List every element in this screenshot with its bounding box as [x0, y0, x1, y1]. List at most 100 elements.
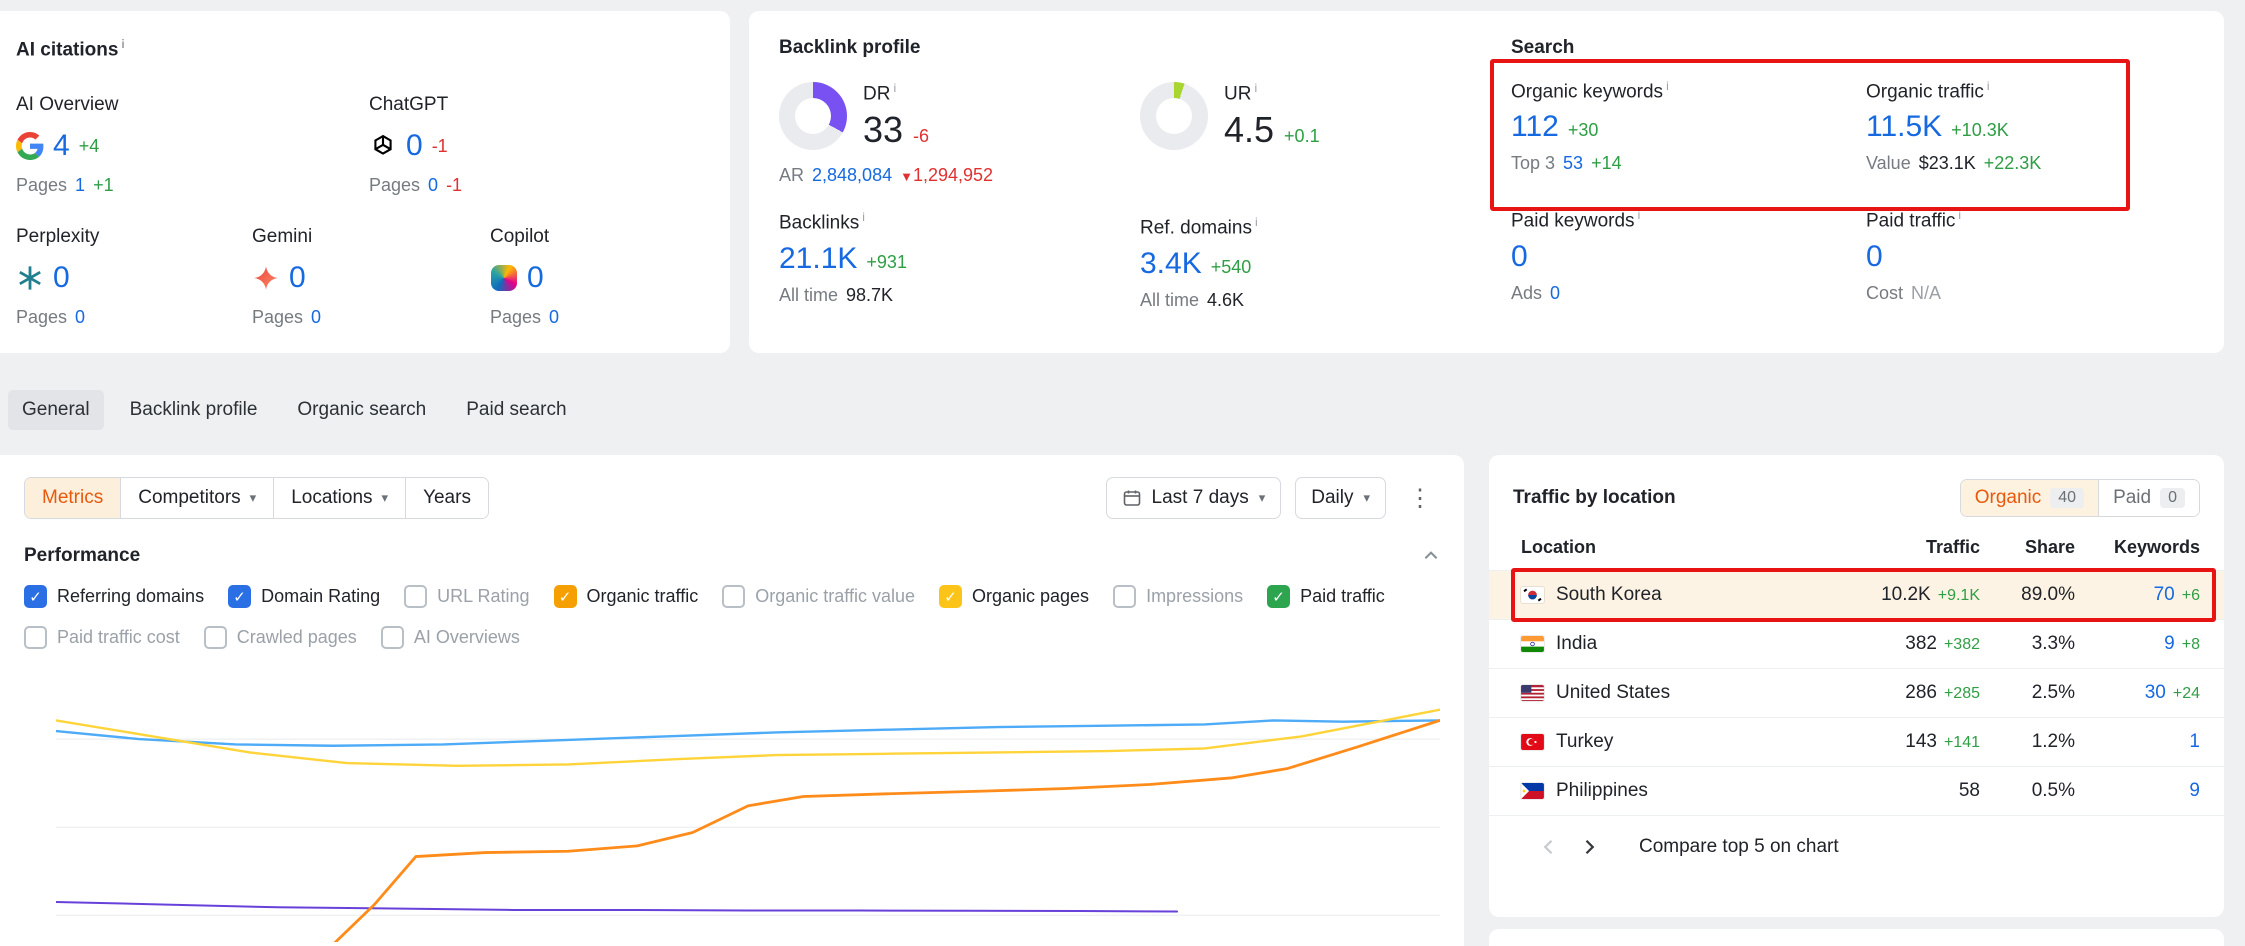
pages-count[interactable]: 0 [75, 307, 85, 328]
citation-count[interactable]: 0 [406, 129, 423, 163]
ai-citations-row-2: Perplexity 0 Pages0 Gemini 0 Pages0 Copi… [16, 226, 714, 328]
info-icon[interactable]: i [1666, 79, 1669, 93]
organic-count-badge: 40 [2050, 488, 2084, 508]
checkbox-label: Referring domains [57, 586, 204, 607]
paid-traffic-value[interactable]: 0 [1866, 240, 1883, 274]
country-name: South Korea [1556, 584, 1662, 606]
metric-checkbox-referring-domains[interactable]: ✓Referring domains [24, 585, 204, 608]
paid-keywords-value[interactable]: 0 [1511, 240, 1528, 274]
ai-citations-title: AI citationsi [16, 37, 714, 61]
dr-value: 33 [863, 109, 903, 151]
compare-top5-link[interactable]: Compare top 5 on chart [1639, 836, 1839, 858]
metric-checkbox-impressions[interactable]: Impressions [1113, 585, 1243, 608]
citation-count[interactable]: 0 [53, 261, 70, 295]
google-icon [16, 132, 44, 160]
tr-flag-icon [1521, 734, 1544, 750]
top3-value[interactable]: 53 [1563, 153, 1583, 174]
metric-checkbox-domain-rating[interactable]: ✓Domain Rating [228, 585, 380, 608]
pages-count[interactable]: 0 [549, 307, 559, 328]
metrics-button[interactable]: Metrics [25, 478, 120, 518]
performance-toolbar: Metrics Competitors▾ Locations▾ Years La… [24, 477, 1440, 519]
country-name: United States [1556, 682, 1670, 704]
pages-count[interactable]: 0 [311, 307, 321, 328]
metric-checkbox-organic-pages[interactable]: ✓Organic pages [939, 585, 1089, 608]
table-row-philippines[interactable]: Philippines580.5%9 [1489, 767, 2224, 816]
ref-domains-value[interactable]: 3.4K [1140, 247, 1202, 281]
collapse-chevron-up-icon[interactable] [1422, 547, 1440, 565]
prev-page-button[interactable] [1529, 833, 1569, 861]
metric-checkbox-paid-traffic[interactable]: ✓Paid traffic [1267, 585, 1385, 608]
competitors-button[interactable]: Competitors▾ [120, 478, 273, 518]
location-cell: South Korea [1521, 584, 1810, 606]
organic-traffic-value[interactable]: 11.5K [1866, 110, 1942, 144]
backlink-profile-section: Backlink profile DRi 33-6 AR 2,848,084 ▼… [779, 37, 1499, 353]
organic-keywords-value[interactable]: 112 [1511, 110, 1559, 144]
tab-backlink-profile[interactable]: Backlink profile [116, 390, 272, 430]
ar-value[interactable]: 2,848,084 [812, 165, 892, 186]
years-button[interactable]: Years [405, 478, 488, 518]
toggle-paid[interactable]: Paid0 [2098, 480, 2199, 516]
checkbox-label: URL Rating [437, 586, 529, 607]
pages-count[interactable]: 1 [75, 175, 85, 196]
ai-citations-row-1: AI Overview 4 +4 Pages1+1 ChatGPT 0 -1 P… [16, 94, 714, 196]
citation-count[interactable]: 0 [527, 261, 544, 295]
info-icon[interactable]: i [1958, 208, 1961, 222]
performance-chart [56, 675, 1440, 942]
pages-count[interactable]: 0 [428, 175, 438, 196]
table-row-united-states[interactable]: United States286+2852.5%30+24 [1489, 669, 2224, 718]
info-icon[interactable]: i [893, 81, 896, 95]
ai-citation-item-perplexity: Perplexity 0 Pages0 [16, 226, 252, 328]
locations-button[interactable]: Locations▾ [273, 478, 405, 518]
table-row-india[interactable]: India382+3823.3%9+8 [1489, 620, 2224, 669]
next-page-button[interactable] [1569, 833, 1609, 861]
metric-checkbox-organic-traffic[interactable]: ✓Organic traffic [554, 585, 699, 608]
traffic-cell: 286+285 [1810, 682, 1980, 704]
backlinks-value[interactable]: 21.1K [779, 242, 857, 276]
toggle-organic[interactable]: Organic40 [1961, 480, 2098, 516]
tab-paid-search[interactable]: Paid search [452, 390, 580, 430]
checkbox-unchecked-icon [204, 626, 227, 649]
chevron-down-icon: ▾ [382, 490, 389, 506]
metric-checkbox-paid-traffic-cost[interactable]: Paid traffic cost [24, 626, 180, 649]
metric-checkbox-url-rating[interactable]: URL Rating [404, 585, 529, 608]
citation-count[interactable]: 4 [53, 129, 70, 163]
search-title: Search [1511, 37, 2188, 59]
tab-organic-search[interactable]: Organic search [283, 390, 440, 430]
date-range-button[interactable]: Last 7 days▾ [1106, 477, 1282, 519]
checkbox-label: Crawled pages [237, 627, 357, 648]
info-icon[interactable]: i [121, 37, 124, 51]
keywords-by-intent-card: Organic keywords by intent Beta [1489, 929, 2224, 946]
column-traffic[interactable]: Traffic [1810, 537, 1980, 558]
location-cell: Turkey [1521, 731, 1810, 753]
ai-citation-item-gemini: Gemini 0 Pages0 [252, 226, 490, 328]
table-row-turkey[interactable]: Turkey143+1411.2%1 [1489, 718, 2224, 767]
metric-checkbox-ai-overviews[interactable]: AI Overviews [381, 626, 520, 649]
checkbox-unchecked-icon [24, 626, 47, 649]
copilot-icon [490, 264, 518, 292]
citation-count[interactable]: 0 [289, 261, 306, 295]
page: AI citationsi AI Overview 4 +4 Pages1+1 … [0, 0, 2245, 946]
info-icon[interactable]: i [1987, 79, 1990, 93]
column-location[interactable]: Location [1521, 537, 1810, 558]
granularity-button[interactable]: Daily▾ [1295, 477, 1386, 519]
info-icon[interactable]: i [862, 210, 865, 224]
info-icon[interactable]: i [1254, 81, 1257, 95]
performance-title: Performance [24, 545, 140, 567]
info-icon[interactable]: i [1255, 215, 1258, 229]
ar-row: AR 2,848,084 ▼1,294,952 [779, 165, 1140, 186]
ph-flag-icon [1521, 783, 1544, 799]
tab-general[interactable]: General [8, 390, 104, 430]
checkbox-unchecked-icon [381, 626, 404, 649]
column-share[interactable]: Share [1980, 537, 2075, 558]
info-icon[interactable]: i [1638, 208, 1641, 222]
metric-checkbox-organic-traffic-value[interactable]: Organic traffic value [722, 585, 915, 608]
ads-value[interactable]: 0 [1550, 283, 1560, 304]
column-keywords[interactable]: Keywords [2075, 537, 2200, 558]
perplexity-icon [16, 264, 44, 292]
search-top-metrics: Organic keywordsi 112+30 Top 353+14 Orga… [1511, 79, 2188, 174]
metric-checkbox-crawled-pages[interactable]: Crawled pages [204, 626, 357, 649]
more-options-button[interactable]: ⋮ [1400, 480, 1440, 517]
ur-value: 4.5 [1224, 109, 1274, 151]
table-row-south-korea[interactable]: South Korea10.2K+9.1K89.0%70+6 [1489, 571, 2224, 620]
keywords-cell: 30+24 [2075, 682, 2200, 704]
